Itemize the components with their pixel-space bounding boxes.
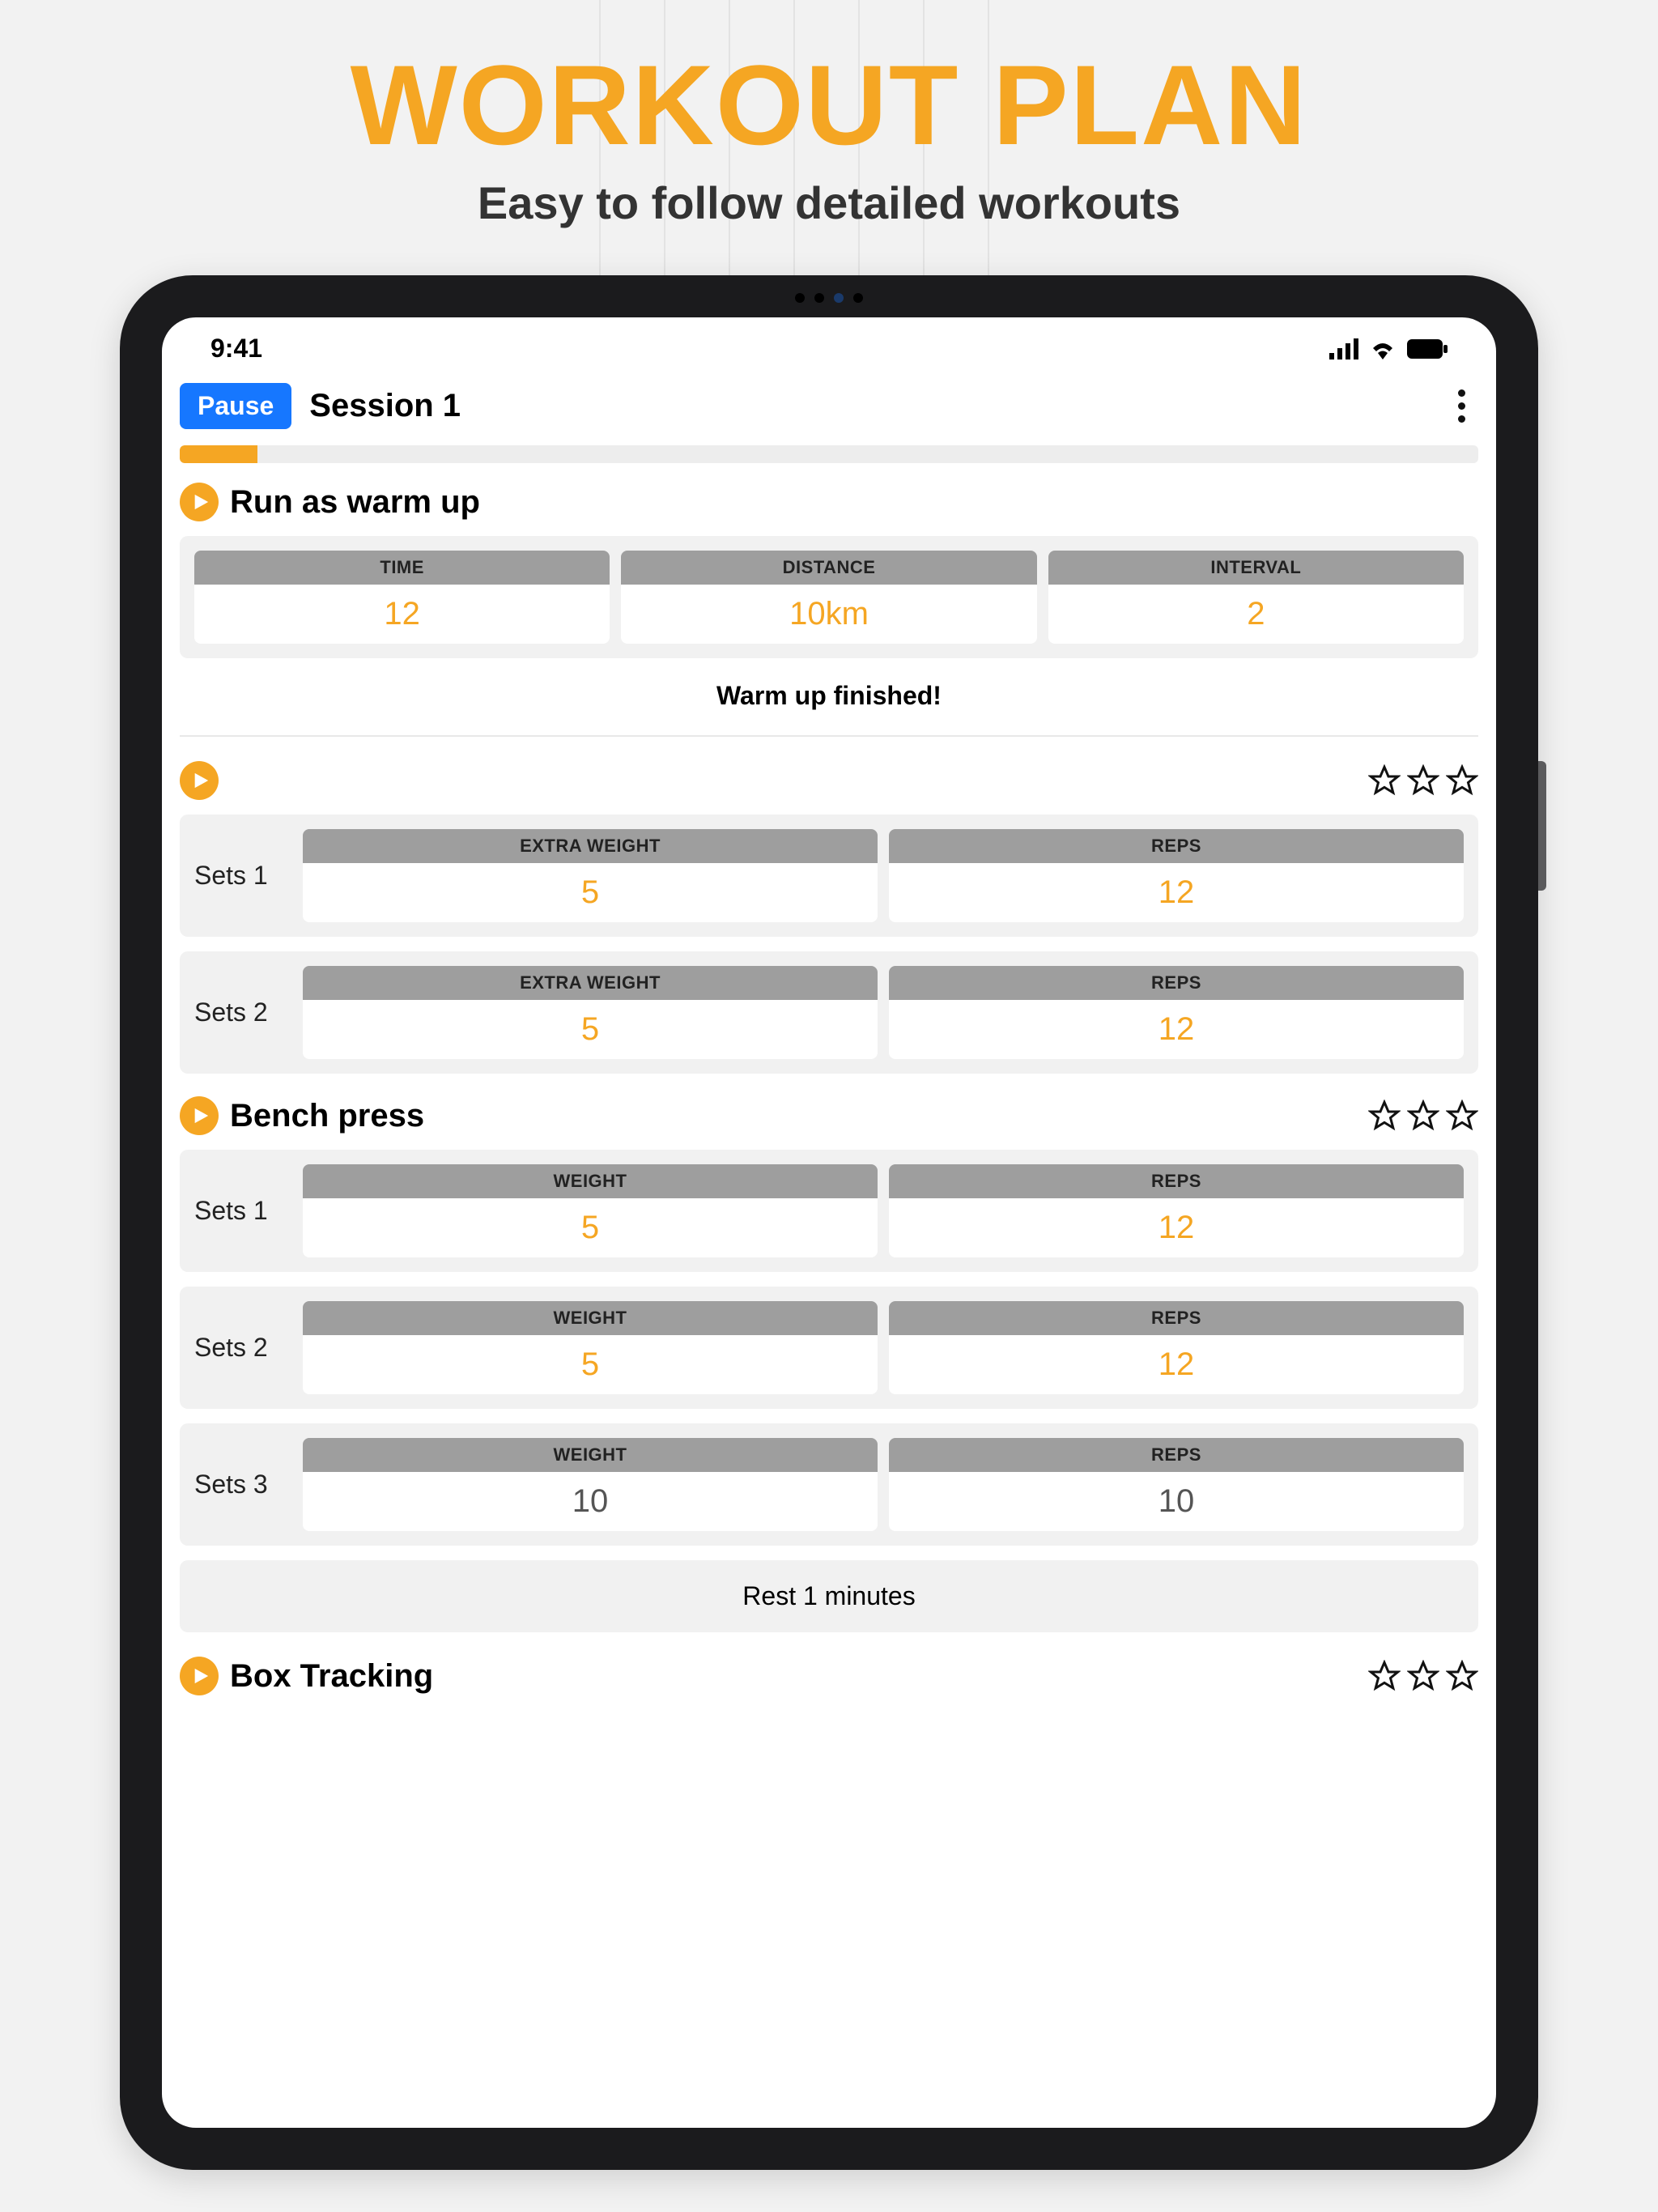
content: Run as warm up TIME 12 DISTANCE 10km INT… bbox=[162, 483, 1496, 1695]
wifi-icon bbox=[1368, 338, 1397, 359]
metric-label: REPS bbox=[889, 1438, 1464, 1472]
metric-label: REPS bbox=[889, 829, 1464, 863]
play-icon[interactable] bbox=[180, 1657, 219, 1695]
play-icon[interactable] bbox=[180, 761, 219, 800]
metric-label: WEIGHT bbox=[303, 1438, 878, 1472]
metrics-panel: TIME 12 DISTANCE 10km INTERVAL 2 bbox=[180, 536, 1478, 658]
metric[interactable]: DISTANCE 10km bbox=[621, 551, 1036, 644]
set-label: Sets 2 bbox=[194, 966, 291, 1059]
cellular-icon bbox=[1329, 338, 1358, 359]
metric[interactable]: REPS 12 bbox=[889, 966, 1464, 1059]
set-row: Sets 2 WEIGHT 5 REPS 12 bbox=[180, 1287, 1478, 1409]
set-row: Sets 2 EXTRA WEIGHT 5 REPS 12 bbox=[180, 951, 1478, 1074]
metric-label: REPS bbox=[889, 1301, 1464, 1335]
screen: 9:41 Pause Session 1 Run as warm up bbox=[162, 317, 1496, 2128]
metric-label: INTERVAL bbox=[1048, 551, 1464, 585]
rating-stars[interactable] bbox=[1368, 1100, 1478, 1132]
tablet-frame: 9:41 Pause Session 1 Run as warm up bbox=[120, 275, 1538, 2170]
metric-label: DISTANCE bbox=[621, 551, 1036, 585]
metric-value: 10km bbox=[621, 585, 1036, 644]
set-label: Sets 1 bbox=[194, 829, 291, 922]
status-icons bbox=[1329, 338, 1448, 359]
section-header: Box Tracking bbox=[180, 1657, 1478, 1695]
play-icon[interactable] bbox=[180, 1096, 219, 1135]
metric[interactable]: TIME 12 bbox=[194, 551, 610, 644]
section-header: Bench press bbox=[180, 1096, 1478, 1135]
section-title: Bench press bbox=[230, 1098, 424, 1134]
rating-stars[interactable] bbox=[1368, 764, 1478, 797]
warmup-done-text: Warm up finished! bbox=[180, 673, 1478, 737]
topbar: Pause Session 1 bbox=[162, 370, 1496, 442]
star-outline-icon[interactable] bbox=[1407, 1100, 1439, 1132]
metric[interactable]: INTERVAL 2 bbox=[1048, 551, 1464, 644]
star-outline-icon[interactable] bbox=[1368, 1100, 1401, 1132]
set-row: Sets 3 WEIGHT 10 REPS 10 bbox=[180, 1423, 1478, 1546]
metric-label: REPS bbox=[889, 1164, 1464, 1198]
metric[interactable]: WEIGHT 5 bbox=[303, 1301, 878, 1394]
metric-value: 2 bbox=[1048, 585, 1464, 644]
play-icon[interactable] bbox=[180, 483, 219, 521]
star-outline-icon[interactable] bbox=[1446, 1100, 1478, 1132]
metric-label: WEIGHT bbox=[303, 1164, 878, 1198]
star-outline-icon[interactable] bbox=[1446, 1660, 1478, 1692]
progress-fill bbox=[180, 445, 257, 463]
session-title: Session 1 bbox=[309, 388, 461, 424]
metric-label: WEIGHT bbox=[303, 1301, 878, 1335]
set-row: Sets 1 WEIGHT 5 REPS 12 bbox=[180, 1150, 1478, 1272]
metric[interactable]: REPS 12 bbox=[889, 1301, 1464, 1394]
metric-value: 12 bbox=[889, 1198, 1464, 1257]
metric-value: 12 bbox=[194, 585, 610, 644]
more-menu-icon[interactable] bbox=[1450, 381, 1473, 431]
star-outline-icon[interactable] bbox=[1446, 764, 1478, 797]
metric-value: 12 bbox=[889, 1000, 1464, 1059]
section-header bbox=[180, 761, 1478, 800]
metric[interactable]: WEIGHT 10 bbox=[303, 1438, 878, 1531]
battery-icon bbox=[1407, 339, 1448, 359]
metric-label: REPS bbox=[889, 966, 1464, 1000]
metric[interactable]: EXTRA WEIGHT 5 bbox=[303, 829, 878, 922]
section-title: Run as warm up bbox=[230, 484, 480, 521]
metric[interactable]: EXTRA WEIGHT 5 bbox=[303, 966, 878, 1059]
hero-subtitle: Easy to follow detailed workouts bbox=[0, 177, 1658, 229]
metric[interactable]: REPS 10 bbox=[889, 1438, 1464, 1531]
set-label: Sets 3 bbox=[194, 1438, 291, 1531]
status-bar: 9:41 bbox=[162, 317, 1496, 370]
progress-bar bbox=[180, 445, 1478, 463]
hero-section: WORKOUT PLAN Easy to follow detailed wor… bbox=[0, 0, 1658, 229]
metric-value: 10 bbox=[889, 1472, 1464, 1531]
set-label: Sets 1 bbox=[194, 1164, 291, 1257]
metric-label: TIME bbox=[194, 551, 610, 585]
section-title: Box Tracking bbox=[230, 1658, 433, 1695]
star-outline-icon[interactable] bbox=[1368, 764, 1401, 797]
set-label: Sets 2 bbox=[194, 1301, 291, 1394]
star-outline-icon[interactable] bbox=[1407, 764, 1439, 797]
metric[interactable]: REPS 12 bbox=[889, 829, 1464, 922]
rating-stars[interactable] bbox=[1368, 1660, 1478, 1692]
hero-title: WORKOUT PLAN bbox=[0, 49, 1658, 162]
metric[interactable]: REPS 12 bbox=[889, 1164, 1464, 1257]
metric-value: 12 bbox=[889, 863, 1464, 922]
rest-text: Rest 1 minutes bbox=[180, 1560, 1478, 1632]
metric-value: 5 bbox=[303, 1000, 878, 1059]
metric-value: 5 bbox=[303, 1198, 878, 1257]
metric-value: 10 bbox=[303, 1472, 878, 1531]
set-row: Sets 1 EXTRA WEIGHT 5 REPS 12 bbox=[180, 815, 1478, 937]
metric-label: EXTRA WEIGHT bbox=[303, 966, 878, 1000]
section-header: Run as warm up bbox=[180, 483, 1478, 521]
metric-value: 12 bbox=[889, 1335, 1464, 1394]
star-outline-icon[interactable] bbox=[1368, 1660, 1401, 1692]
metric-label: EXTRA WEIGHT bbox=[303, 829, 878, 863]
metric-value: 5 bbox=[303, 863, 878, 922]
pause-button[interactable]: Pause bbox=[180, 383, 291, 429]
metric[interactable]: WEIGHT 5 bbox=[303, 1164, 878, 1257]
star-outline-icon[interactable] bbox=[1407, 1660, 1439, 1692]
metric-value: 5 bbox=[303, 1335, 878, 1394]
status-time: 9:41 bbox=[210, 334, 262, 364]
